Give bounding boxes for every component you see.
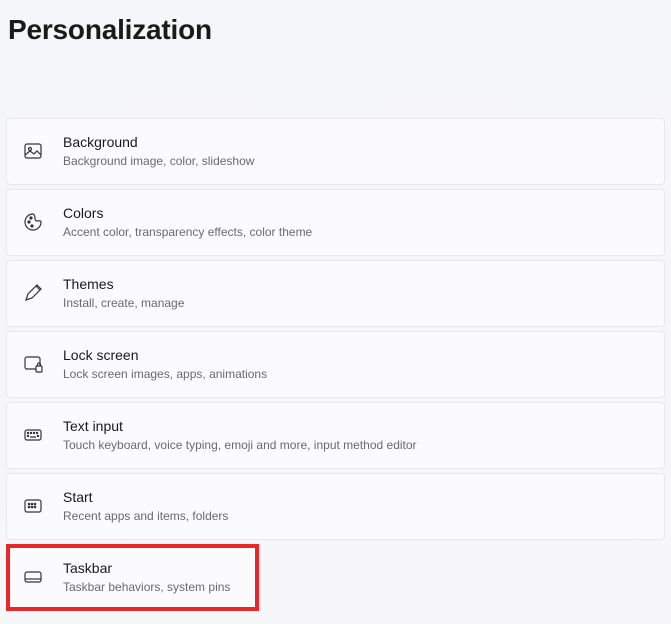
settings-item-lockscreen[interactable]: Lock screen Lock screen images, apps, an… xyxy=(6,331,665,398)
item-text: Colors Accent color, transparency effect… xyxy=(63,204,312,241)
item-title: Colors xyxy=(63,204,312,222)
pen-icon xyxy=(23,283,43,303)
item-text: Lock screen Lock screen images, apps, an… xyxy=(63,346,267,383)
item-text: Background Background image, color, slid… xyxy=(63,133,254,170)
item-text: Text input Touch keyboard, voice typing,… xyxy=(63,417,417,454)
picture-icon xyxy=(23,141,43,161)
item-text: Start Recent apps and items, folders xyxy=(63,488,228,525)
item-title: Background xyxy=(63,133,254,151)
keyboard-icon xyxy=(23,425,43,445)
item-subtitle: Accent color, transparency effects, colo… xyxy=(63,224,312,241)
settings-item-background[interactable]: Background Background image, color, slid… xyxy=(6,118,665,185)
start-icon xyxy=(23,496,43,516)
item-title: Start xyxy=(63,488,228,506)
item-title: Text input xyxy=(63,417,417,435)
item-subtitle: Background image, color, slideshow xyxy=(63,153,254,170)
settings-item-taskbar[interactable]: Taskbar Taskbar behaviors, system pins xyxy=(6,544,259,611)
item-title: Lock screen xyxy=(63,346,267,364)
item-subtitle: Install, create, manage xyxy=(63,295,184,312)
settings-item-colors[interactable]: Colors Accent color, transparency effect… xyxy=(6,189,665,256)
palette-icon xyxy=(23,212,43,232)
taskbar-icon xyxy=(23,567,43,587)
item-text: Themes Install, create, manage xyxy=(63,275,184,312)
page-title: Personalization xyxy=(0,0,671,46)
item-subtitle: Taskbar behaviors, system pins xyxy=(63,579,230,596)
settings-list: Background Background image, color, slid… xyxy=(0,118,671,611)
item-subtitle: Touch keyboard, voice typing, emoji and … xyxy=(63,437,417,454)
lockscreen-icon xyxy=(23,354,43,374)
item-title: Taskbar xyxy=(63,559,230,577)
settings-item-themes[interactable]: Themes Install, create, manage xyxy=(6,260,665,327)
settings-item-textinput[interactable]: Text input Touch keyboard, voice typing,… xyxy=(6,402,665,469)
item-text: Taskbar Taskbar behaviors, system pins xyxy=(63,559,230,596)
item-subtitle: Lock screen images, apps, animations xyxy=(63,366,267,383)
settings-item-start[interactable]: Start Recent apps and items, folders xyxy=(6,473,665,540)
item-title: Themes xyxy=(63,275,184,293)
item-subtitle: Recent apps and items, folders xyxy=(63,508,228,525)
